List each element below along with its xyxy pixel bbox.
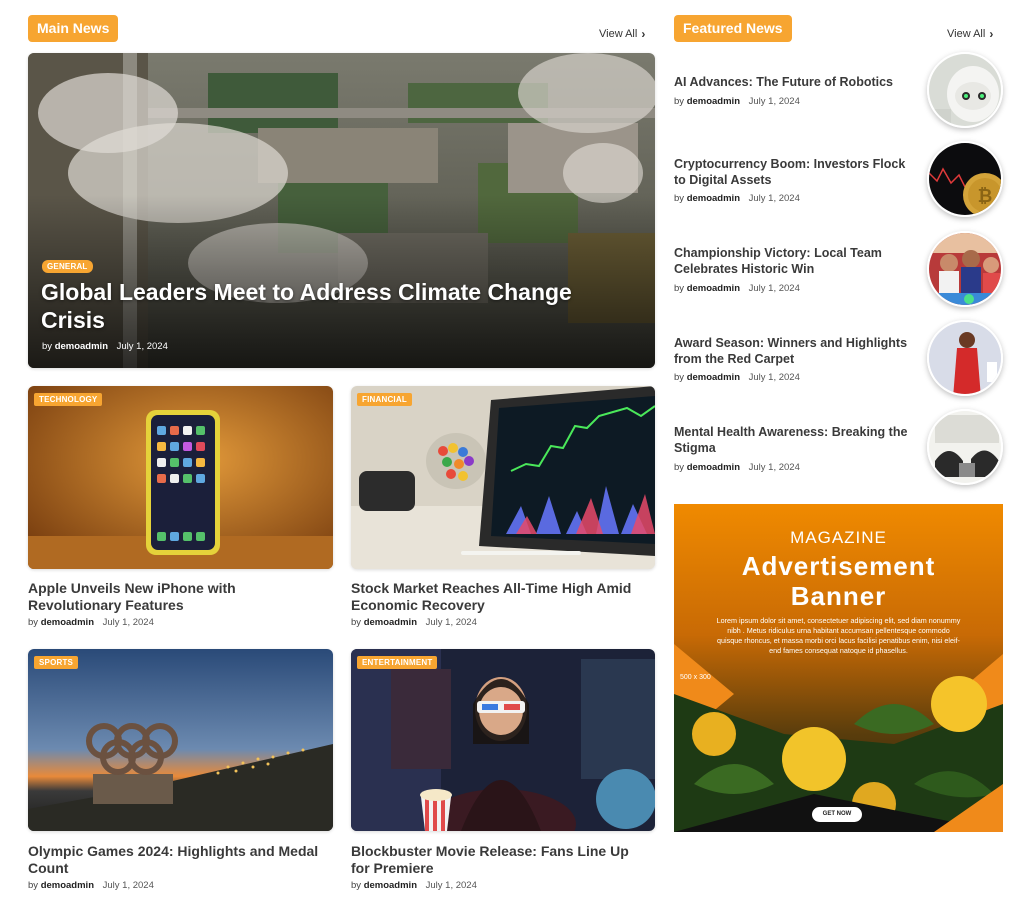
get-now-button[interactable]: GET NOW: [812, 807, 862, 822]
hero-meta: by demoadmin July 1, 2024: [42, 341, 168, 352]
ad-body: Lorem ipsum dolor sit amet, consectetuer…: [716, 616, 961, 655]
article-meta: by demoadmin July 1, 2024: [351, 880, 477, 891]
post-date: July 1, 2024: [425, 617, 477, 628]
author-link[interactable]: demoadmin: [55, 341, 108, 352]
featured-news-tag: Featured News: [674, 15, 792, 42]
post-date: July 1, 2024: [102, 617, 154, 628]
featured-item-meta: by demoadmin July 1, 2024: [674, 372, 800, 383]
featured-item-title[interactable]: Championship Victory: Local Team Celebra…: [674, 245, 919, 277]
meta-by: by: [674, 283, 685, 294]
post-date: July 1, 2024: [748, 372, 800, 383]
robot-image: [929, 54, 1001, 126]
author-link[interactable]: demoadmin: [687, 283, 740, 294]
category-badge[interactable]: ENTERTAINMENT: [357, 656, 438, 669]
view-all-label: View All: [599, 28, 638, 40]
article-meta: by demoadmin July 1, 2024: [351, 617, 477, 628]
olympic-rings-image: [28, 649, 333, 831]
red-carpet-thumbnail[interactable]: [927, 320, 1003, 396]
author-link[interactable]: demoadmin: [687, 96, 740, 107]
meta-by: by: [42, 341, 53, 352]
ad-headline-2: Banner: [790, 581, 887, 611]
post-date: July 1, 2024: [748, 283, 800, 294]
meta-by: by: [351, 880, 362, 891]
featured-news-view-all-link[interactable]: View All ›: [947, 27, 993, 41]
author-link[interactable]: demoadmin: [687, 462, 740, 473]
ad-kicker: MAGAZINE: [790, 528, 887, 547]
red-carpet-image: [929, 322, 1001, 394]
movie-premiere-image: [351, 649, 655, 831]
view-all-label: View All: [947, 28, 986, 40]
article-meta: by demoadmin July 1, 2024: [28, 880, 154, 891]
article-title[interactable]: Apple Unveils New iPhone with Revolution…: [28, 580, 328, 614]
bitcoin-image: ₿: [929, 143, 1001, 215]
team-thumbnail[interactable]: [927, 231, 1003, 307]
article-title[interactable]: Blockbuster Movie Release: Fans Line Up …: [351, 843, 651, 877]
author-link[interactable]: demoadmin: [41, 880, 94, 891]
featured-item-title[interactable]: Mental Health Awareness: Breaking the St…: [674, 424, 919, 456]
post-date: July 1, 2024: [116, 341, 168, 352]
ad-headline-1: Advertisement: [741, 551, 936, 581]
meta-by: by: [674, 96, 685, 107]
featured-item-title[interactable]: Award Season: Winners and Highlights fro…: [674, 335, 919, 367]
iphone-image: [28, 386, 333, 569]
article-card-image[interactable]: TECHNOLOGY: [28, 386, 333, 569]
main-news-view-all-link[interactable]: View All ›: [599, 27, 645, 41]
robot-thumbnail[interactable]: [927, 52, 1003, 128]
post-date: July 1, 2024: [748, 96, 800, 107]
featured-item-title[interactable]: Cryptocurrency Boom: Investors Flock to …: [674, 156, 919, 188]
post-date: July 1, 2024: [102, 880, 154, 891]
category-badge[interactable]: GENERAL: [42, 260, 93, 273]
ad-size-label: 500 x 300: [680, 674, 711, 681]
category-badge[interactable]: FINANCIAL: [357, 393, 412, 406]
mental-health-image: [929, 411, 1001, 483]
post-date: July 1, 2024: [425, 880, 477, 891]
category-badge[interactable]: TECHNOLOGY: [34, 393, 103, 406]
meta-by: by: [674, 462, 685, 473]
chevron-right-icon: ›: [989, 27, 994, 41]
article-title[interactable]: Olympic Games 2024: Highlights and Medal…: [28, 843, 328, 877]
article-meta: by demoadmin July 1, 2024: [28, 617, 154, 628]
svg-text:₿: ₿: [978, 186, 993, 207]
article-title[interactable]: Stock Market Reaches All-Time High Amid …: [351, 580, 651, 614]
meta-by: by: [28, 880, 39, 891]
category-badge[interactable]: SPORTS: [34, 656, 79, 669]
featured-item-meta: by demoadmin July 1, 2024: [674, 96, 800, 107]
hero-title[interactable]: Global Leaders Meet to Address Climate C…: [41, 278, 631, 334]
stock-chart-image: [351, 386, 655, 569]
author-link[interactable]: demoadmin: [364, 880, 417, 891]
author-link[interactable]: demoadmin: [364, 617, 417, 628]
meta-by: by: [674, 193, 685, 204]
meta-by: by: [351, 617, 362, 628]
author-link[interactable]: demoadmin: [687, 372, 740, 383]
hero-article-card[interactable]: GENERAL Global Leaders Meet to Address C…: [28, 53, 655, 368]
featured-item-meta: by demoadmin July 1, 2024: [674, 193, 800, 204]
article-card-image[interactable]: SPORTS: [28, 649, 333, 831]
meta-by: by: [28, 617, 39, 628]
featured-item-title[interactable]: AI Advances: The Future of Robotics: [674, 74, 919, 90]
author-link[interactable]: demoadmin: [41, 617, 94, 628]
featured-item-meta: by demoadmin July 1, 2024: [674, 462, 800, 473]
article-card-image[interactable]: FINANCIAL: [351, 386, 655, 569]
team-celebration-image: [929, 233, 1001, 305]
mental-health-thumbnail[interactable]: [927, 409, 1003, 485]
chevron-right-icon: ›: [641, 27, 646, 41]
article-card-image[interactable]: ENTERTAINMENT: [351, 649, 655, 831]
post-date: July 1, 2024: [748, 462, 800, 473]
author-link[interactable]: demoadmin: [687, 193, 740, 204]
main-news-tag: Main News: [28, 15, 119, 42]
meta-by: by: [674, 372, 685, 383]
advertisement-banner[interactable]: MAGAZINE Advertisement Banner Lorem ipsu…: [674, 504, 1003, 832]
featured-item-meta: by demoadmin July 1, 2024: [674, 283, 800, 294]
crypto-thumbnail[interactable]: ₿: [927, 141, 1003, 217]
post-date: July 1, 2024: [748, 193, 800, 204]
